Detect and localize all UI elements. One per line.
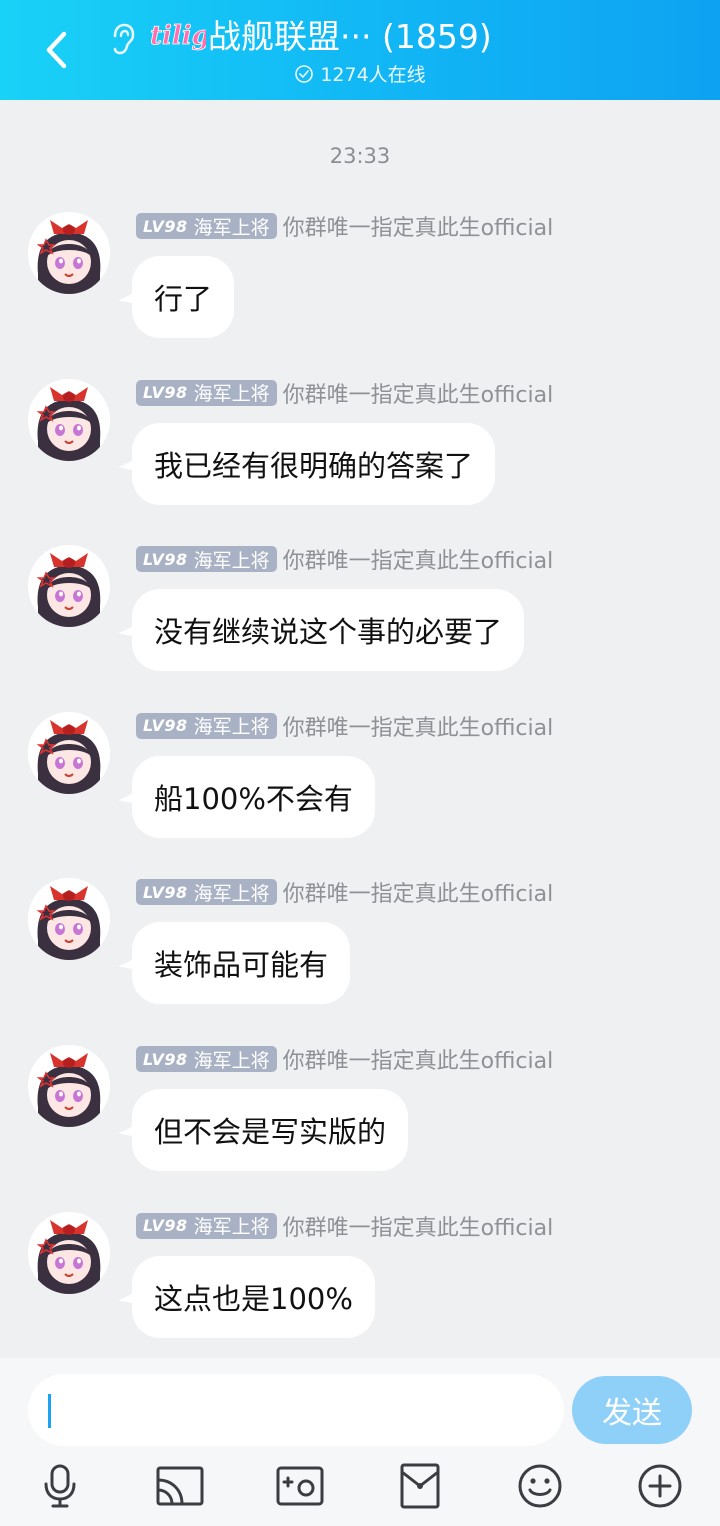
chat-header: tilig 战舰联盟··· (1859) 1274人在线 (0, 0, 720, 100)
text-caret (48, 1394, 51, 1428)
microphone-icon (44, 1464, 76, 1508)
rank-label: 海军上将 (193, 1216, 270, 1239)
member-badge: LV98 海军上将 (136, 1212, 277, 1239)
level-label: LV98 (143, 549, 188, 569)
member-badge: LV98 海军上将 (136, 213, 277, 239)
member-badge: LV98 海军上将 (136, 379, 277, 406)
sender-meta: LV98 海军上将 你群唯一指定真此生official (136, 1043, 554, 1075)
photo-icon (276, 1466, 324, 1506)
red-packet-icon (400, 1463, 440, 1509)
sender-meta: LV98 海军上将 你群唯一指定真此生official (136, 377, 554, 409)
message-bubble[interactable]: 装饰品可能有 (132, 922, 351, 1005)
rank-label: 海军上将 (193, 549, 270, 572)
message-row: LV98 海军上将 你群唯一指定真此生official 没有继续说这个事的必要了 (0, 545, 720, 685)
sender-name[interactable]: 你群唯一指定真此生official (283, 210, 554, 242)
sender-meta: LV98 海军上将 你群唯一指定真此生official (136, 876, 554, 908)
rank-label: 海军上将 (193, 882, 270, 905)
online-status: 1274人在线 (0, 60, 720, 87)
avatar[interactable] (28, 378, 110, 461)
level-label: LV98 (143, 216, 188, 236)
member-badge: LV98 海军上将 (136, 879, 277, 906)
message-bubble[interactable]: 但不会是写实版的 (132, 1089, 409, 1171)
sender-name[interactable]: 你群唯一指定真此生official (283, 377, 554, 409)
check-circle-icon (295, 64, 314, 83)
sender-name[interactable]: 你群唯一指定真此生official (283, 876, 554, 908)
sender-meta: LV98 海军上将 你群唯一指定真此生official (136, 710, 554, 742)
rank-label: 海军上将 (193, 216, 270, 239)
group-title[interactable]: 战舰联盟··· (1859) (208, 16, 492, 58)
sender-name[interactable]: 你群唯一指定真此生official (283, 543, 554, 575)
send-button[interactable]: 发送 (572, 1376, 692, 1444)
level-label: LV98 (143, 1049, 188, 1069)
message-row: LV98 海军上将 你群唯一指定真此生official 船100%不会有 (0, 710, 720, 852)
ear-icon[interactable] (104, 22, 138, 56)
avatar[interactable] (28, 545, 110, 628)
red-packet-button[interactable] (392, 1458, 448, 1514)
avatar[interactable] (28, 1211, 110, 1294)
plus-icon (638, 1464, 682, 1508)
rank-label: 海军上将 (193, 383, 270, 406)
sender-name[interactable]: 你群唯一指定真此生official (283, 1210, 554, 1242)
avatar[interactable] (28, 1045, 110, 1127)
voice-button[interactable] (32, 1458, 88, 1514)
input-bar: 发送 (0, 1358, 720, 1526)
level-label: LV98 (143, 882, 188, 902)
online-count: 1274人在线 (320, 64, 426, 86)
sender-name[interactable]: 你群唯一指定真此生official (283, 1043, 554, 1075)
member-badge: LV98 海军上将 (136, 1046, 277, 1072)
message-bubble[interactable]: 我已经有很明确的答案了 (132, 422, 496, 505)
level-label: LV98 (143, 716, 188, 736)
sender-meta: LV98 海军上将 你群唯一指定真此生official (136, 210, 554, 242)
emoji-button[interactable] (512, 1458, 568, 1514)
cast-button[interactable] (152, 1458, 208, 1514)
input-toolbar (0, 1454, 720, 1518)
message-row: LV98 海军上将 你群唯一指定真此生official 但不会是写实版的 (0, 1045, 720, 1185)
message-row: LV98 海军上将 你群唯一指定真此生official 装饰品可能有 (0, 878, 720, 1018)
message-bubble[interactable]: 没有继续说这个事的必要了 (132, 589, 525, 672)
avatar[interactable] (28, 212, 110, 294)
avatar[interactable] (28, 878, 110, 961)
group-logo: tilig (150, 21, 206, 52)
message-bubble[interactable]: 行了 (132, 256, 235, 338)
rank-label: 海军上将 (193, 1049, 270, 1072)
member-badge: LV98 海军上将 (136, 712, 277, 739)
level-label: LV98 (143, 383, 188, 403)
avatar[interactable] (28, 711, 110, 794)
message-bubble[interactable]: 这点也是100% (132, 1255, 375, 1338)
svg-text:tilig: tilig (150, 21, 206, 51)
rank-label: 海军上将 (193, 716, 270, 739)
level-label: LV98 (143, 1216, 188, 1236)
message-row: LV98 海军上将 你群唯一指定真此生official 行了 (0, 212, 720, 352)
photo-button[interactable] (272, 1458, 328, 1514)
more-button[interactable] (632, 1458, 688, 1514)
message-row: LV98 海军上将 你群唯一指定真此生official 这点也是100% (0, 1210, 720, 1352)
member-badge: LV98 海军上将 (136, 546, 277, 573)
sender-meta: LV98 海军上将 你群唯一指定真此生official (136, 543, 554, 575)
message-timestamp: 23:33 (329, 144, 391, 168)
sender-meta: LV98 海军上将 你群唯一指定真此生official (136, 1210, 554, 1242)
sender-name[interactable]: 你群唯一指定真此生official (283, 710, 554, 742)
message-input[interactable] (28, 1374, 564, 1446)
message-bubble[interactable]: 船100%不会有 (132, 755, 375, 838)
emoji-icon (518, 1464, 562, 1508)
message-row: LV98 海军上将 你群唯一指定真此生official 我已经有很明确的答案了 (0, 377, 720, 519)
screen-cast-icon (156, 1466, 204, 1506)
